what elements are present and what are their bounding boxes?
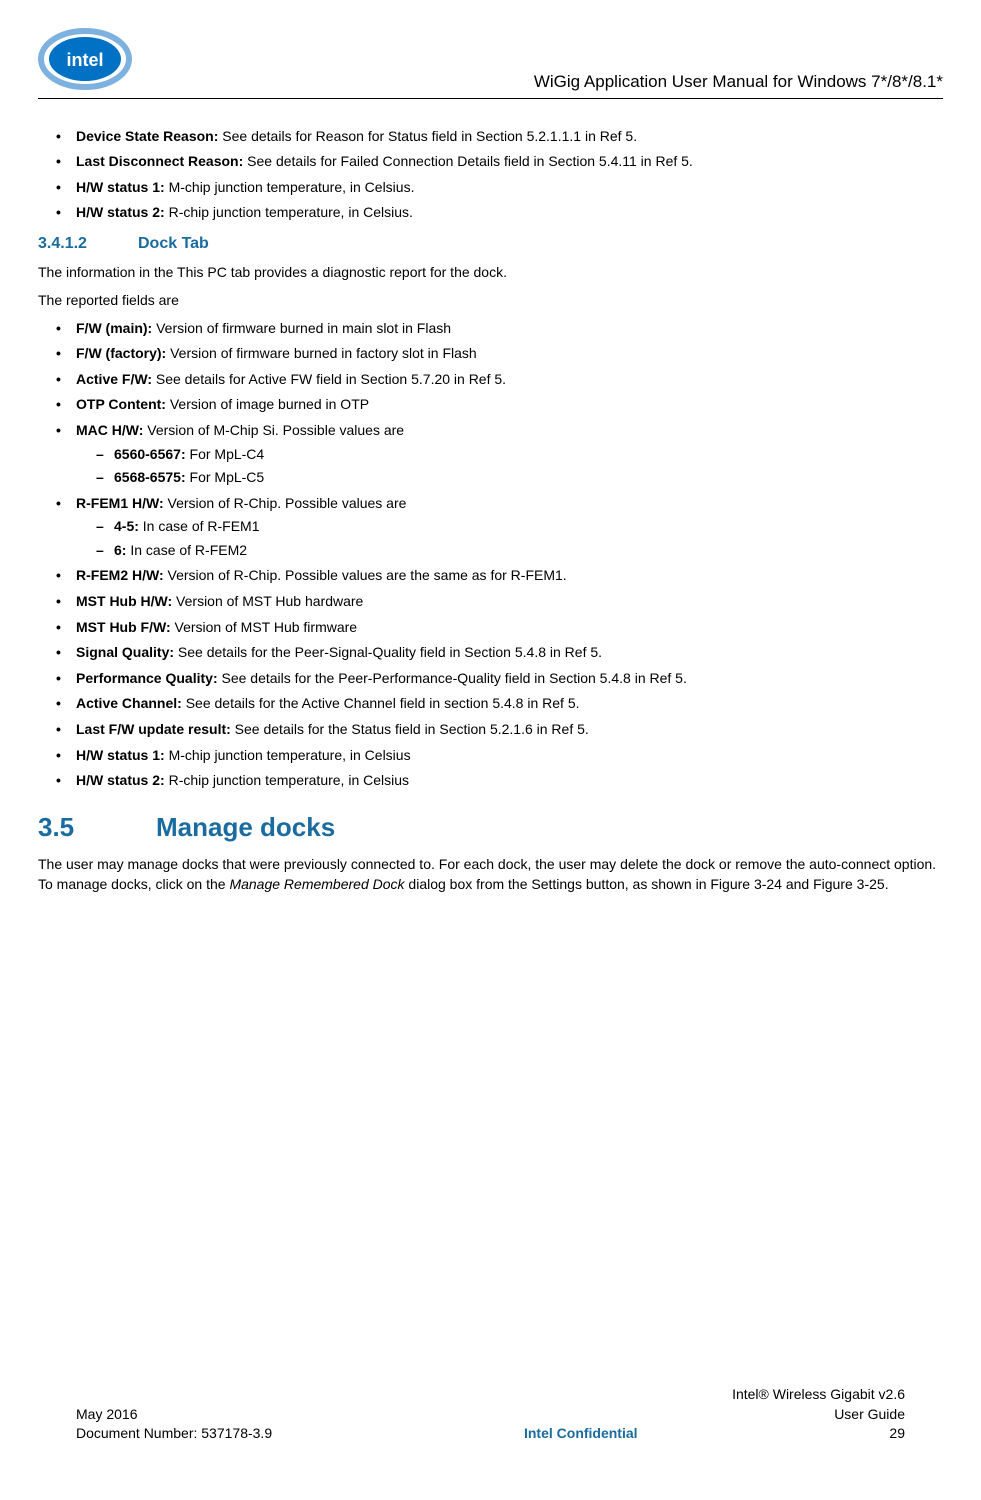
section-title: Dock Tab: [138, 235, 209, 252]
item-label: H/W status 2:: [76, 772, 165, 788]
paragraph: The user may manage docks that were prev…: [38, 855, 943, 894]
section-title: Manage docks: [156, 812, 335, 842]
item-label: Active F/W:: [76, 371, 152, 387]
list-item: R-FEM1 H/W: Version of R-Chip. Possible …: [56, 494, 943, 561]
item-label: H/W status 2:: [76, 204, 165, 220]
list-item: Device State Reason: See details for Rea…: [56, 127, 943, 147]
footer-pagenum: 29: [889, 1424, 905, 1444]
list-item: MAC H/W: Version of M-Chip Si. Possible …: [56, 421, 943, 488]
item-text: See details for Active FW field in Secti…: [152, 371, 506, 387]
item-label: H/W status 1:: [76, 747, 165, 763]
sub-text: In case of R-FEM1: [139, 518, 260, 534]
list-item: H/W status 2: R-chip junction temperatur…: [56, 771, 943, 791]
item-label: F/W (factory):: [76, 345, 166, 361]
item-text: See details for Reason for Status field …: [218, 128, 637, 144]
svg-text:intel: intel: [66, 50, 103, 70]
footer-product: Intel® Wireless Gigabit v2.6: [732, 1385, 905, 1405]
list-item: H/W status 1: M-chip junction temperatur…: [56, 746, 943, 766]
sub-label: 6568-6575:: [114, 469, 186, 485]
list-item: MST Hub H/W: Version of MST Hub hardware: [56, 592, 943, 612]
footer-date: May 2016: [76, 1405, 137, 1425]
sub-list: 6560-6567: For MpL-C4 6568-6575: For MpL…: [76, 445, 943, 488]
item-text: M-chip junction temperature, in Celsius.: [165, 179, 415, 195]
para-italic: Manage Remembered Dock: [229, 876, 404, 892]
item-text: See details for the Peer-Signal-Quality …: [174, 644, 602, 660]
sub-item: 4-5: In case of R-FEM1: [96, 517, 943, 537]
item-label: R-FEM2 H/W:: [76, 567, 164, 583]
item-text: M-chip junction temperature, in Celsius: [165, 747, 411, 763]
sub-list: 4-5: In case of R-FEM1 6: In case of R-F…: [76, 517, 943, 560]
item-text: Version of image burned in OTP: [166, 396, 369, 412]
item-text: Version of firmware burned in main slot …: [152, 320, 451, 336]
section-heading-3412: 3.4.1.2Dock Tab: [38, 233, 943, 255]
sub-item: 6560-6567: For MpL-C4: [96, 445, 943, 465]
page-header: intel WiGig Application User Manual for …: [38, 28, 943, 99]
sub-text: For MpL-C5: [186, 469, 265, 485]
item-text: R-chip junction temperature, in Celsius: [165, 772, 409, 788]
list-item: F/W (factory): Version of firmware burne…: [56, 344, 943, 364]
item-text: See details for the Status field in Sect…: [231, 721, 589, 737]
item-label: MAC H/W:: [76, 422, 143, 438]
header-title: WiGig Application User Manual for Window…: [153, 28, 943, 94]
item-text: See details for Failed Connection Detail…: [243, 153, 693, 169]
item-label: F/W (main):: [76, 320, 152, 336]
item-label: Signal Quality:: [76, 644, 174, 660]
sub-text: In case of R-FEM2: [126, 542, 247, 558]
list-item: OTP Content: Version of image burned in …: [56, 395, 943, 415]
intel-logo: intel: [38, 28, 133, 96]
item-label: MST Hub H/W:: [76, 593, 172, 609]
footer-confidential: Intel Confidential: [524, 1424, 638, 1444]
item-label: H/W status 1:: [76, 179, 165, 195]
item-text: Version of MST Hub hardware: [172, 593, 363, 609]
list-item: F/W (main): Version of firmware burned i…: [56, 319, 943, 339]
list-item: H/W status 1: M-chip junction temperatur…: [56, 178, 943, 198]
item-label: R-FEM1 H/W:: [76, 495, 164, 511]
paragraph: The information in the This PC tab provi…: [38, 263, 943, 283]
item-label: OTP Content:: [76, 396, 166, 412]
sub-text: For MpL-C4: [186, 446, 265, 462]
sub-item: 6568-6575: For MpL-C5: [96, 468, 943, 488]
list-item: Signal Quality: See details for the Peer…: [56, 643, 943, 663]
list-item: Active F/W: See details for Active FW fi…: [56, 370, 943, 390]
item-label: MST Hub F/W:: [76, 619, 171, 635]
top-bullet-list: Device State Reason: See details for Rea…: [38, 127, 943, 223]
item-text: R-chip junction temperature, in Celsius.: [165, 204, 413, 220]
list-item: R-FEM2 H/W: Version of R-Chip. Possible …: [56, 566, 943, 586]
item-text: Version of M-Chip Si. Possible values ar…: [143, 422, 404, 438]
paragraph: The reported fields are: [38, 291, 943, 311]
sub-label: 6560-6567:: [114, 446, 186, 462]
footer-doctype: User Guide: [834, 1405, 905, 1425]
dock-bullet-list: F/W (main): Version of firmware burned i…: [38, 319, 943, 791]
list-item: H/W status 2: R-chip junction temperatur…: [56, 203, 943, 223]
sub-label: 6:: [114, 542, 126, 558]
item-text: See details for the Active Channel field…: [182, 695, 580, 711]
list-item: Performance Quality: See details for the…: [56, 669, 943, 689]
item-label: Performance Quality:: [76, 670, 218, 686]
list-item: Last F/W update result: See details for …: [56, 720, 943, 740]
item-text: Version of R-Chip. Possible values are: [164, 495, 407, 511]
item-text: See details for the Peer-Performance-Qua…: [218, 670, 687, 686]
section-number: 3.5: [38, 809, 156, 845]
item-text: Version of MST Hub firmware: [171, 619, 357, 635]
para-text: dialog box from the Settings button, as …: [405, 876, 889, 892]
page-footer: Intel® Wireless Gigabit v2.6 May 2016 Us…: [76, 1385, 905, 1444]
item-text: Version of R-Chip. Possible values are t…: [164, 567, 567, 583]
footer-docnum: Document Number: 537178-3.9: [76, 1424, 272, 1444]
sub-label: 4-5:: [114, 518, 139, 534]
list-item: Last Disconnect Reason: See details for …: [56, 152, 943, 172]
list-item: MST Hub F/W: Version of MST Hub firmware: [56, 618, 943, 638]
item-label: Active Channel:: [76, 695, 182, 711]
item-label: Device State Reason:: [76, 128, 218, 144]
sub-item: 6: In case of R-FEM2: [96, 541, 943, 561]
item-text: Version of firmware burned in factory sl…: [166, 345, 476, 361]
item-label: Last Disconnect Reason:: [76, 153, 243, 169]
list-item: Active Channel: See details for the Acti…: [56, 694, 943, 714]
item-label: Last F/W update result:: [76, 721, 231, 737]
section-number: 3.4.1.2: [38, 233, 138, 255]
section-heading-35: 3.5Manage docks: [38, 809, 943, 845]
